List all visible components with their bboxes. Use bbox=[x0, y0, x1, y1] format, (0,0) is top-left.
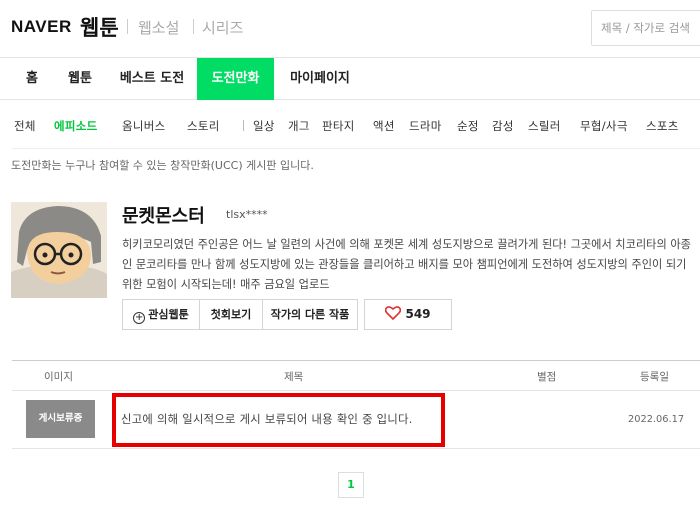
column-header-rating: 별점 bbox=[537, 371, 557, 383]
like-button[interactable]: 549 bbox=[364, 299, 452, 330]
genre-omnibus[interactable]: 옴니버스 bbox=[122, 118, 166, 134]
nav-best-challenge[interactable]: 베스트 도전 bbox=[112, 58, 192, 100]
episode-date: 2022.06.17 bbox=[628, 414, 685, 425]
page-number-current[interactable]: 1 bbox=[338, 472, 364, 498]
table-header-divider bbox=[12, 390, 700, 391]
comic-description: 히키코모리였던 주인공은 어느 날 일련의 사건에 의해 포켓몬 세계 성도지방… bbox=[122, 238, 691, 291]
webtoon-logo[interactable]: 웹툰 bbox=[80, 12, 119, 42]
genre-separator bbox=[243, 120, 244, 131]
interest-button-label: 관심웹툰 bbox=[148, 308, 189, 321]
search-input[interactable]: 제목 / 작가로 검색 bbox=[591, 10, 700, 46]
nav-home[interactable]: 홈 bbox=[14, 58, 50, 100]
comic-thumbnail-art bbox=[11, 202, 107, 298]
genre-fantasy[interactable]: 판타지 bbox=[322, 118, 355, 134]
genre-action[interactable]: 액션 bbox=[373, 118, 395, 134]
episode-thumbnail-held: 게시보류중 bbox=[26, 400, 95, 438]
table-row-divider bbox=[12, 448, 700, 449]
naver-logo[interactable]: NAVER bbox=[11, 17, 72, 37]
link-series[interactable]: 시리즈 bbox=[202, 17, 243, 38]
genre-nav-divider bbox=[12, 148, 700, 149]
other-works-button[interactable]: 작가의 다른 작품 bbox=[262, 299, 358, 330]
first-episode-button[interactable]: 첫회보기 bbox=[199, 299, 263, 330]
genre-nav: 전체 에피소드 옴니버스 스토리 일상 개그 판타지 액션 드라마 순정 감성 … bbox=[0, 118, 700, 142]
genre-daily[interactable]: 일상 bbox=[253, 118, 275, 134]
genre-romance[interactable]: 순정 bbox=[457, 118, 479, 134]
nav-webtoon[interactable]: 웹툰 bbox=[58, 58, 102, 100]
comic-author[interactable]: tlsx**** bbox=[226, 208, 268, 221]
nav-challenge[interactable]: 도전만화 bbox=[197, 58, 274, 100]
link-webnovel[interactable]: 웹소설 bbox=[138, 17, 179, 38]
column-header-title: 제목 bbox=[284, 371, 304, 383]
genre-gag[interactable]: 개그 bbox=[288, 118, 310, 134]
top-header: NAVER 웹툰 웹소설 시리즈 제목 / 작가로 검색 bbox=[0, 0, 700, 58]
heart-icon bbox=[385, 306, 402, 321]
header-divider bbox=[127, 19, 128, 34]
column-header-date: 등록일 bbox=[640, 371, 669, 383]
interest-button[interactable]: + 관심웹툰 bbox=[122, 299, 200, 330]
genre-drama[interactable]: 드라마 bbox=[409, 118, 442, 134]
header-divider bbox=[193, 19, 194, 34]
genre-episode[interactable]: 에피소드 bbox=[54, 118, 98, 134]
table-top-border bbox=[12, 360, 700, 361]
board-notice: 도전만화는 누구나 참여할 수 있는 창작만화(UCC) 게시판 입니다. bbox=[11, 159, 314, 172]
comic-thumbnail[interactable] bbox=[11, 202, 107, 298]
genre-thriller[interactable]: 스릴러 bbox=[528, 118, 561, 134]
plus-icon: + bbox=[133, 312, 146, 324]
genre-all[interactable]: 전체 bbox=[14, 118, 36, 134]
like-count: 549 bbox=[405, 307, 431, 321]
genre-sensibility[interactable]: 감성 bbox=[492, 118, 514, 134]
main-nav: 홈 웹툰 베스트 도전 도전만화 마이페이지 bbox=[0, 58, 700, 100]
genre-martial-arts[interactable]: 무협/사극 bbox=[580, 118, 628, 134]
genre-sports[interactable]: 스포츠 bbox=[646, 118, 679, 134]
episode-title: 신고에 의해 일시적으로 게시 보류되어 내용 확인 중 입니다. bbox=[121, 413, 413, 426]
genre-story[interactable]: 스토리 bbox=[187, 118, 220, 134]
comic-title: 문켓몬스터 bbox=[122, 206, 205, 227]
nav-mypage[interactable]: 마이페이지 bbox=[282, 58, 358, 100]
column-header-image: 이미지 bbox=[44, 371, 73, 383]
